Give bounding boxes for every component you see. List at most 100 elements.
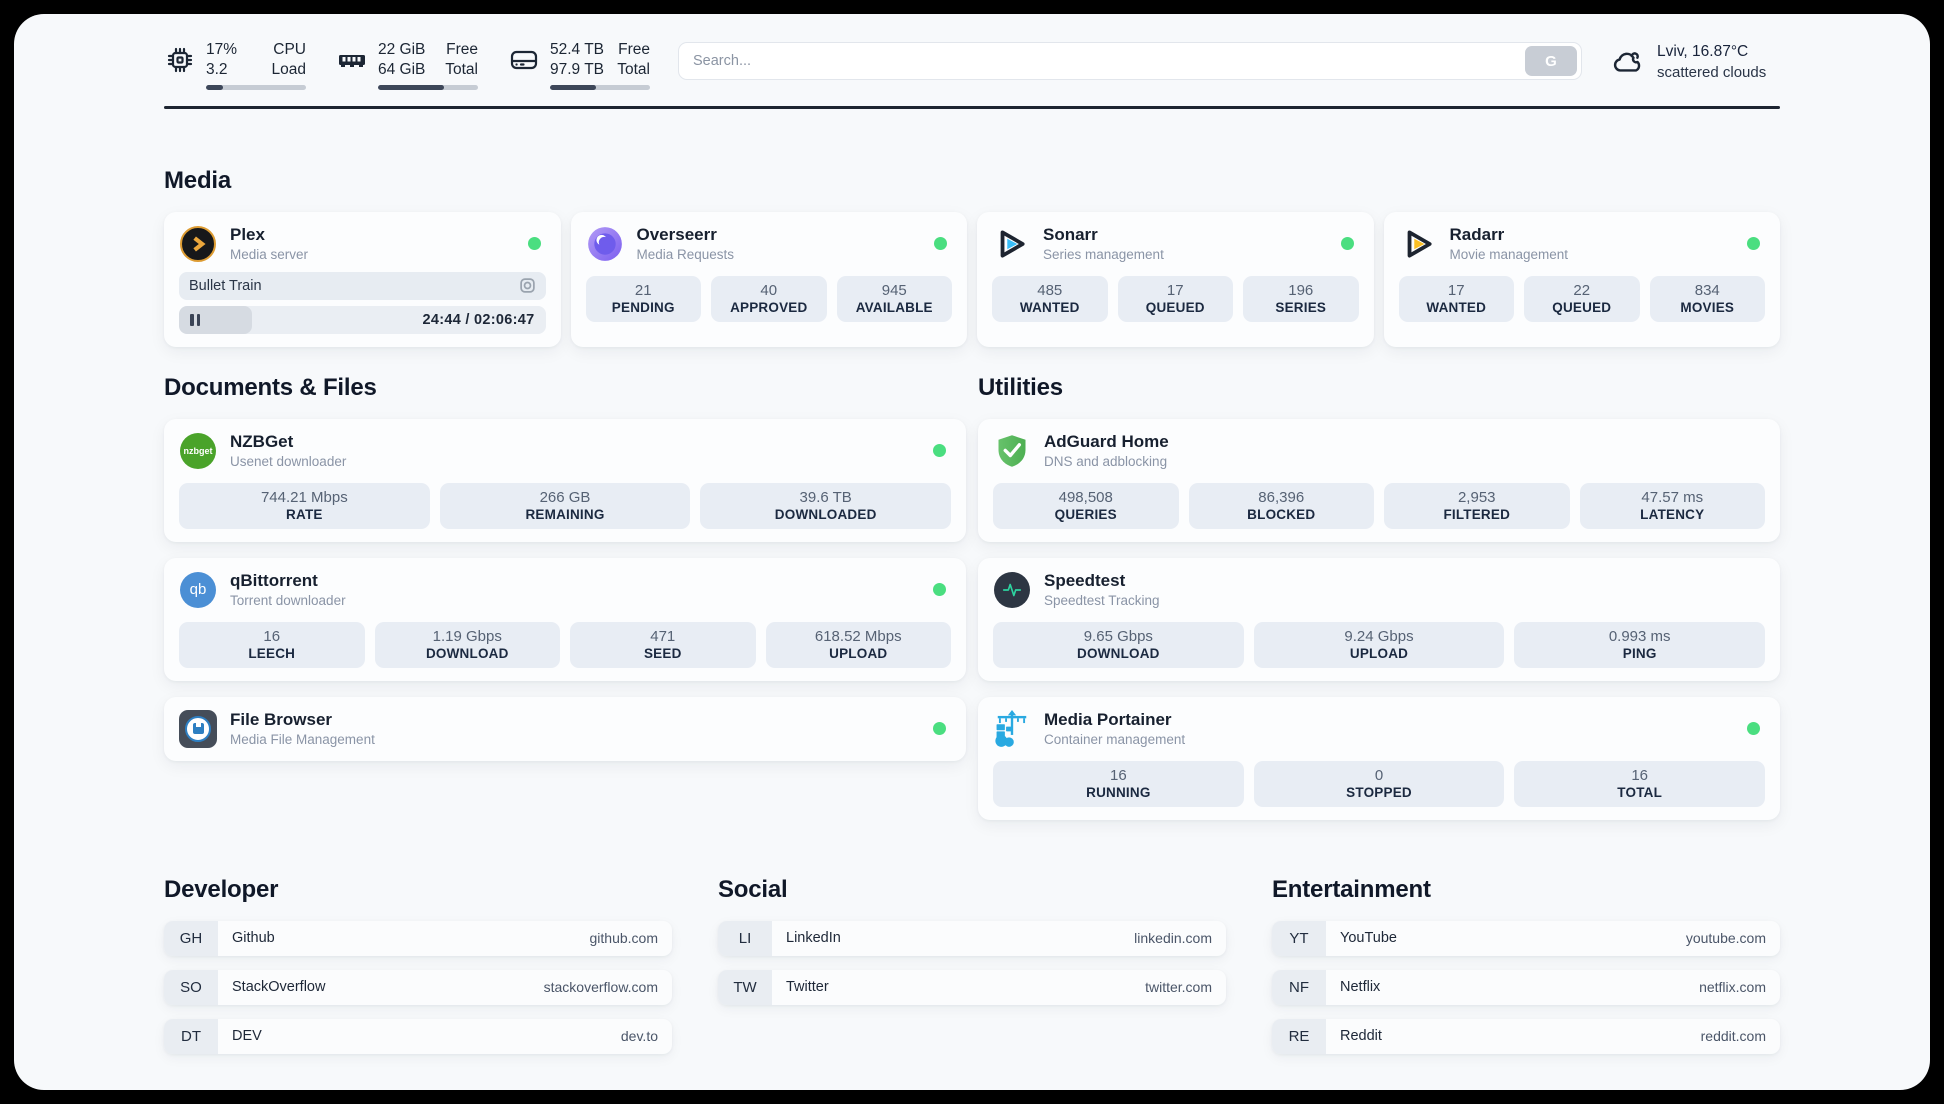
bookmark-name: Twitter	[786, 979, 829, 996]
stat-latency: 47.57 ms LATENCY	[1579, 482, 1765, 529]
bookmark-url: github.com	[589, 930, 658, 947]
service-subtitle: Torrent downloader	[230, 593, 346, 609]
memory-values: 22 GiB 64 GiB	[378, 41, 426, 79]
bookmark-url: netflix.com	[1699, 979, 1766, 996]
qbittorrent-icon: qb	[179, 571, 217, 609]
status-dot	[934, 237, 947, 251]
service-subtitle: Container management	[1044, 732, 1186, 748]
status-dot	[933, 722, 946, 736]
section-title-utilities: Utilities	[978, 373, 1063, 401]
service-title: Sonarr	[1043, 225, 1098, 245]
stat-pending: 21 PENDING	[585, 275, 701, 322]
service-title: File Browser	[230, 710, 333, 730]
service-subtitle: Speedtest Tracking	[1044, 593, 1160, 609]
bookmark-name: Github	[232, 930, 275, 947]
service-card-adguard[interactable]: AdGuard Home DNS and adblocking 498,508 …	[978, 418, 1780, 542]
now-playing-title: Bullet Train	[189, 277, 262, 294]
bookmark-abbr: LI	[718, 920, 772, 956]
weather-widget: Lviv, 16.87°C scattered clouds	[1610, 40, 1780, 83]
stat-ping: 0.993 ms PING	[1514, 621, 1766, 668]
bookmark-abbr: TW	[718, 969, 772, 1005]
service-title: AdGuard Home	[1044, 432, 1169, 452]
stat-total: 16 TOTAL	[1514, 760, 1766, 807]
bookmark-group-entertainment: Entertainment YT YouTube youtube.com NF …	[1272, 876, 1780, 1068]
speedtest-icon	[993, 571, 1031, 609]
bookmark-abbr: NF	[1272, 969, 1326, 1005]
bookmark-url: dev.to	[620, 1028, 658, 1045]
stat-upload: 9.24 Gbps UPLOAD	[1253, 621, 1505, 668]
cpu-widget: 17% 3.2 CPU Load	[164, 40, 306, 91]
stat-approved: 40 APPROVED	[711, 275, 827, 322]
service-title: Media Portainer	[1044, 710, 1172, 730]
service-card-plex[interactable]: Plex Media server Bullet Train 24:44 / 0…	[164, 211, 561, 347]
service-title: Speedtest	[1044, 571, 1126, 591]
status-dot	[1747, 722, 1760, 736]
service-card-speedtest[interactable]: Speedtest Speedtest Tracking 9.65 Gbps D…	[978, 557, 1780, 681]
disk-labels: Free Total	[617, 41, 650, 79]
nzbget-icon: nzbget	[179, 432, 217, 470]
bookmark-github[interactable]: GH Github github.com	[164, 920, 672, 956]
section-title-media: Media	[164, 166, 232, 194]
service-subtitle: Media server	[230, 247, 309, 263]
overseerr-icon	[586, 225, 624, 263]
stat-series: 196 SERIES	[1243, 275, 1359, 322]
bookmark-abbr: GH	[164, 920, 218, 956]
section-title-developer: Developer	[164, 875, 279, 903]
service-title: NZBGet	[230, 432, 294, 452]
status-dot	[527, 237, 541, 251]
search-provider-button[interactable]: G	[1525, 46, 1577, 76]
service-card-nzbget[interactable]: nzbget NZBGet Usenet downloader 744.21 M…	[164, 418, 966, 542]
service-card-qbittorrent[interactable]: qb qBittorrent Torrent downloader 16 LEE…	[164, 557, 966, 681]
bookmark-abbr: SO	[164, 969, 218, 1005]
bookmark-group-social: Social LI LinkedIn linkedin.com TW Twitt…	[718, 876, 1226, 1068]
bookmark-name: Reddit	[1340, 1028, 1382, 1045]
section-utilities: Utilities AdGuard Home DNS and adblockin…	[978, 374, 1780, 820]
service-subtitle: Movie management	[1449, 247, 1569, 263]
service-card-sonarr[interactable]: Sonarr Series management 485 WANTED 17 Q…	[977, 211, 1374, 347]
disk-progress-bar	[550, 85, 650, 91]
bookmark-reddit[interactable]: RE Reddit reddit.com	[1272, 1018, 1780, 1054]
service-subtitle: Media Requests	[636, 247, 735, 263]
bookmark-twitter[interactable]: TW Twitter twitter.com	[718, 969, 1226, 1005]
bookmark-stackoverflow[interactable]: SO StackOverflow stackoverflow.com	[164, 969, 672, 1005]
sonarr-icon	[992, 225, 1030, 263]
bookmark-name: DEV	[232, 1028, 262, 1045]
service-card-overseerr[interactable]: Overseerr Media Requests 21 PENDING 40 A…	[570, 211, 967, 347]
pause-icon	[190, 313, 200, 326]
dashboard-panel: 17% 3.2 CPU Load 22 GiB 64 GiB Free Tota…	[14, 14, 1930, 1090]
service-subtitle: DNS and adblocking	[1044, 454, 1168, 470]
stat-leech: 16 LEECH	[179, 621, 365, 668]
service-card-portainer[interactable]: Media Portainer Container management 16 …	[978, 696, 1780, 820]
stat-queued: 17 QUEUED	[1117, 275, 1233, 322]
system-widgets: 17% 3.2 CPU Load 22 GiB 64 GiB Free Tota…	[164, 40, 650, 91]
bookmark-name: StackOverflow	[232, 979, 326, 996]
bookmark-linkedin[interactable]: LI LinkedIn linkedin.com	[718, 920, 1226, 956]
stat-download: 1.19 Gbps DOWNLOAD	[374, 621, 560, 668]
section-documents: Documents & Files nzbget NZBGet Usenet d…	[164, 374, 966, 820]
stat-queued: 22 QUEUED	[1524, 275, 1640, 322]
stat-running: 16 RUNNING	[993, 760, 1244, 807]
service-card-filebrowser[interactable]: File Browser Media File Management	[164, 696, 966, 761]
search-input[interactable]	[679, 53, 1521, 69]
bookmark-url: reddit.com	[1700, 1028, 1766, 1045]
stat-blocked: 86,396 BLOCKED	[1188, 482, 1374, 529]
status-dot	[1340, 237, 1354, 251]
service-subtitle: Usenet downloader	[230, 454, 347, 470]
disk-values: 52.4 TB 97.9 TB	[550, 41, 605, 79]
stat-rate: 744.21 Mbps RATE	[179, 482, 430, 529]
stat-wanted: 485 WANTED	[992, 275, 1108, 322]
stat-download: 9.65 Gbps DOWNLOAD	[993, 621, 1244, 668]
bookmark-dev[interactable]: DT DEV dev.to	[164, 1018, 672, 1054]
service-card-radarr[interactable]: Radarr Movie management 17 WANTED 22 QUE…	[1383, 211, 1780, 347]
bookmark-url: youtube.com	[1685, 930, 1766, 947]
stat-upload: 618.52 Mbps UPLOAD	[765, 621, 951, 668]
section-title-documents: Documents & Files	[164, 373, 377, 401]
cpu-icon	[167, 48, 193, 73]
bookmark-netflix[interactable]: NF Netflix netflix.com	[1272, 969, 1780, 1005]
bookmark-abbr: DT	[164, 1018, 218, 1054]
status-dot	[933, 583, 946, 597]
bookmark-group-developer: Developer GH Github github.com SO StackO…	[164, 876, 672, 1068]
bookmark-youtube[interactable]: YT YouTube youtube.com	[1272, 920, 1780, 956]
bookmark-abbr: RE	[1272, 1018, 1326, 1054]
cpu-labels: CPU Load	[271, 41, 306, 79]
